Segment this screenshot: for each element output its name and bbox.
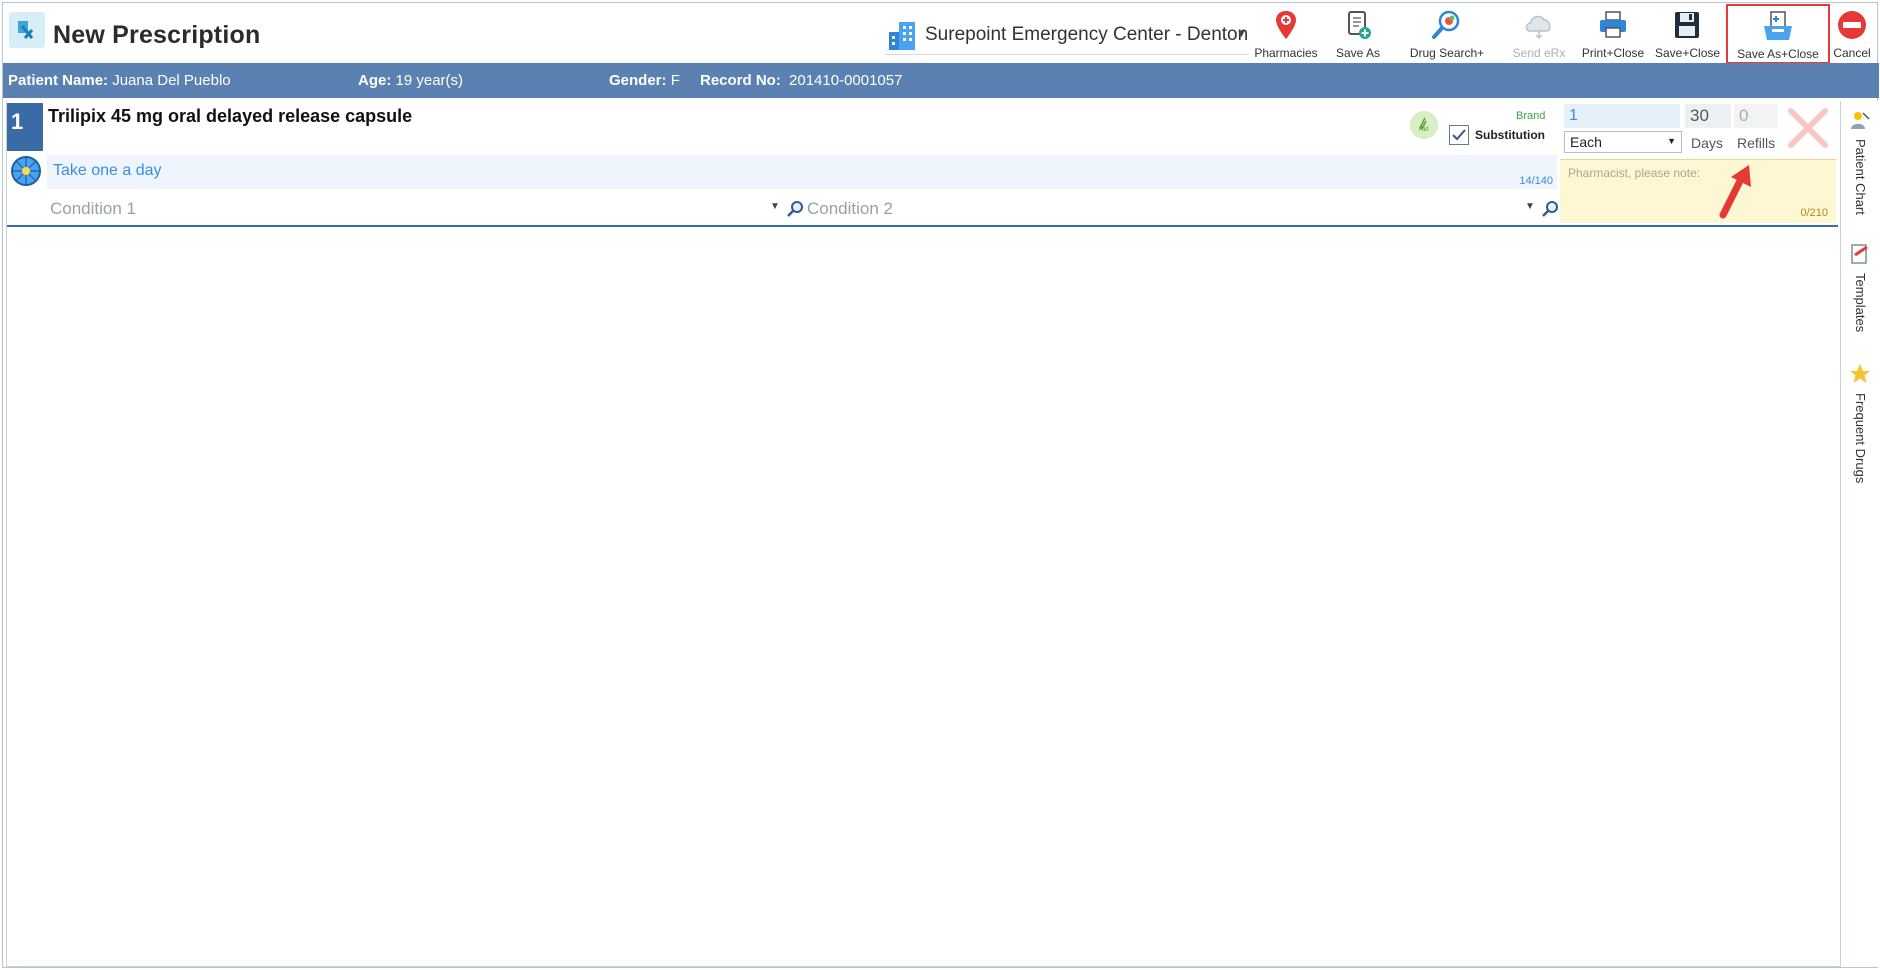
reference-button[interactable]: Ref — [1410, 111, 1438, 139]
print-close-button[interactable]: Print+Close — [1579, 7, 1647, 61]
paperclip-icon — [1420, 117, 1427, 129]
save-as-button[interactable]: Save As — [1329, 7, 1387, 61]
sig-text: Take one a day — [53, 162, 162, 179]
document-save-icon — [1764, 11, 1792, 40]
checkbox-box[interactable] — [1449, 125, 1469, 145]
sig-wheel-icon[interactable] — [10, 155, 42, 187]
patient-info-bar: Patient Name: Juana Del Pueblo Age: 19 y… — [3, 63, 1879, 98]
drug-name[interactable]: Trilipix 45 mg oral delayed release caps… — [48, 106, 412, 127]
side-rail: Patient Chart Templates Frequent Drugs — [1842, 101, 1878, 967]
prescription-index: 1 — [7, 103, 43, 151]
document-add-icon — [1348, 11, 1371, 39]
chevron-down-icon: ▼ — [1667, 136, 1676, 146]
page-title: New Prescription — [53, 21, 261, 49]
templates-icon — [1851, 244, 1868, 264]
building-icon — [889, 22, 915, 50]
templates-tab[interactable]: Templates — [1842, 243, 1878, 353]
row-divider — [7, 225, 1838, 227]
printer-icon — [1600, 11, 1626, 38]
patient-record-field: Record No: 201410-0001057 — [700, 72, 902, 89]
save-as-label: Save As — [1335, 46, 1381, 60]
prescription-list: 1 Trilipix 45 mg oral delayed release ca… — [6, 101, 1841, 967]
substitution-label: Substitution — [1475, 128, 1545, 142]
prescription-app-icon — [9, 12, 45, 48]
checkmark-icon — [1452, 129, 1466, 141]
pharmacist-note-placeholder: Pharmacist, please note: — [1568, 166, 1701, 180]
patient-name-field: Patient Name: Juana Del Pueblo — [8, 72, 231, 89]
patient-age-field: Age: 19 year(s) — [358, 72, 463, 89]
cancel-button[interactable]: Cancel — [1829, 7, 1875, 61]
days-label: Days — [1691, 135, 1723, 151]
pharmacist-note-input[interactable]: Pharmacist, please note: 0/210 — [1560, 159, 1836, 223]
search-icon[interactable] — [785, 199, 805, 219]
patient-name-label: Patient Name: — [8, 72, 109, 89]
condition-2-placeholder: Condition 2 — [807, 199, 894, 218]
magnifier-icon — [1432, 10, 1460, 39]
pharmacies-label: Pharmacies — [1254, 46, 1318, 60]
unit-select[interactable]: Each ▼ — [1564, 131, 1682, 153]
send-erx-label: Send eRx — [1512, 46, 1566, 60]
chevron-down-icon[interactable]: ▼ — [770, 201, 780, 212]
templates-label: Templates — [1853, 273, 1868, 333]
print-close-label: Print+Close — [1581, 46, 1645, 60]
floppy-disk-icon — [1675, 12, 1699, 38]
pharmacist-note-count: 0/210 — [1800, 207, 1828, 219]
map-pin-icon — [1276, 11, 1296, 39]
patient-record-value: 201410-0001057 — [789, 72, 903, 89]
condition-2-field[interactable]: Condition 2 ▼ — [807, 199, 1558, 225]
quantity-input[interactable]: 1 — [1564, 104, 1680, 128]
unit-value: Each — [1570, 134, 1602, 150]
stop-icon — [1838, 11, 1866, 39]
chevron-down-icon: ▼ — [1236, 28, 1247, 40]
ref-label: Ref — [1419, 127, 1429, 133]
patient-chart-icon — [1851, 112, 1870, 129]
patient-gender-field: Gender: F — [609, 72, 680, 89]
send-erx-button[interactable]: Send eRx — [1507, 7, 1571, 61]
prescription-window: New Prescription Surepoint Emergency Cen… — [2, 2, 1879, 968]
location-name: Surepoint Emergency Center - Denton — [925, 24, 1249, 45]
cloud-icon — [1525, 15, 1551, 40]
patient-age-value: 19 year(s) — [395, 72, 464, 89]
pharmacies-button[interactable]: Pharmacies — [1253, 7, 1319, 61]
patient-chart-tab[interactable]: Patient Chart — [1842, 109, 1878, 229]
search-icon[interactable] — [1540, 199, 1560, 219]
patient-gender-value: F — [670, 72, 680, 89]
patient-chart-label: Patient Chart — [1853, 139, 1868, 215]
condition-1-field[interactable]: Condition 1 ▼ — [50, 199, 803, 225]
condition-1-placeholder: Condition 1 — [50, 199, 137, 218]
drug-search-label: Drug Search+ — [1409, 46, 1485, 60]
refills-label: Refills — [1737, 135, 1776, 151]
remove-prescription-icon[interactable] — [1785, 105, 1831, 151]
save-as-close-label: Save As+Close — [1737, 47, 1819, 61]
frequent-drugs-tab[interactable]: Frequent Drugs — [1842, 363, 1878, 503]
star-icon — [1850, 364, 1870, 383]
patient-name-value: Juana Del Pueblo — [112, 72, 231, 89]
sig-input[interactable]: Take one a day 14/140 — [47, 155, 1557, 189]
title-bar: New Prescription Surepoint Emergency Cen… — [3, 3, 1877, 64]
save-close-button[interactable]: Save+Close — [1655, 7, 1721, 61]
frequent-drugs-label: Frequent Drugs — [1853, 393, 1868, 484]
cancel-label: Cancel — [1833, 46, 1871, 60]
sig-char-count: 14/140 — [1519, 175, 1553, 187]
drug-search-button[interactable]: Drug Search+ — [1403, 7, 1491, 61]
save-as-close-button[interactable]: Save As+Close — [1726, 4, 1830, 64]
save-close-label: Save+Close — [1655, 46, 1721, 60]
patient-gender-label: Gender: — [609, 72, 667, 89]
patient-age-label: Age: — [358, 72, 392, 89]
chevron-down-icon[interactable]: ▼ — [1525, 201, 1535, 212]
annotation-arrow-icon — [1719, 165, 1751, 219]
patient-record-label: Record No: — [700, 72, 781, 89]
days-input[interactable]: 30 — [1685, 104, 1731, 128]
location-select[interactable]: Surepoint Emergency Center - Denton ▼ — [885, 17, 1249, 55]
refills-input[interactable]: 0 — [1734, 104, 1778, 128]
brand-label: Brand — [1516, 110, 1546, 122]
